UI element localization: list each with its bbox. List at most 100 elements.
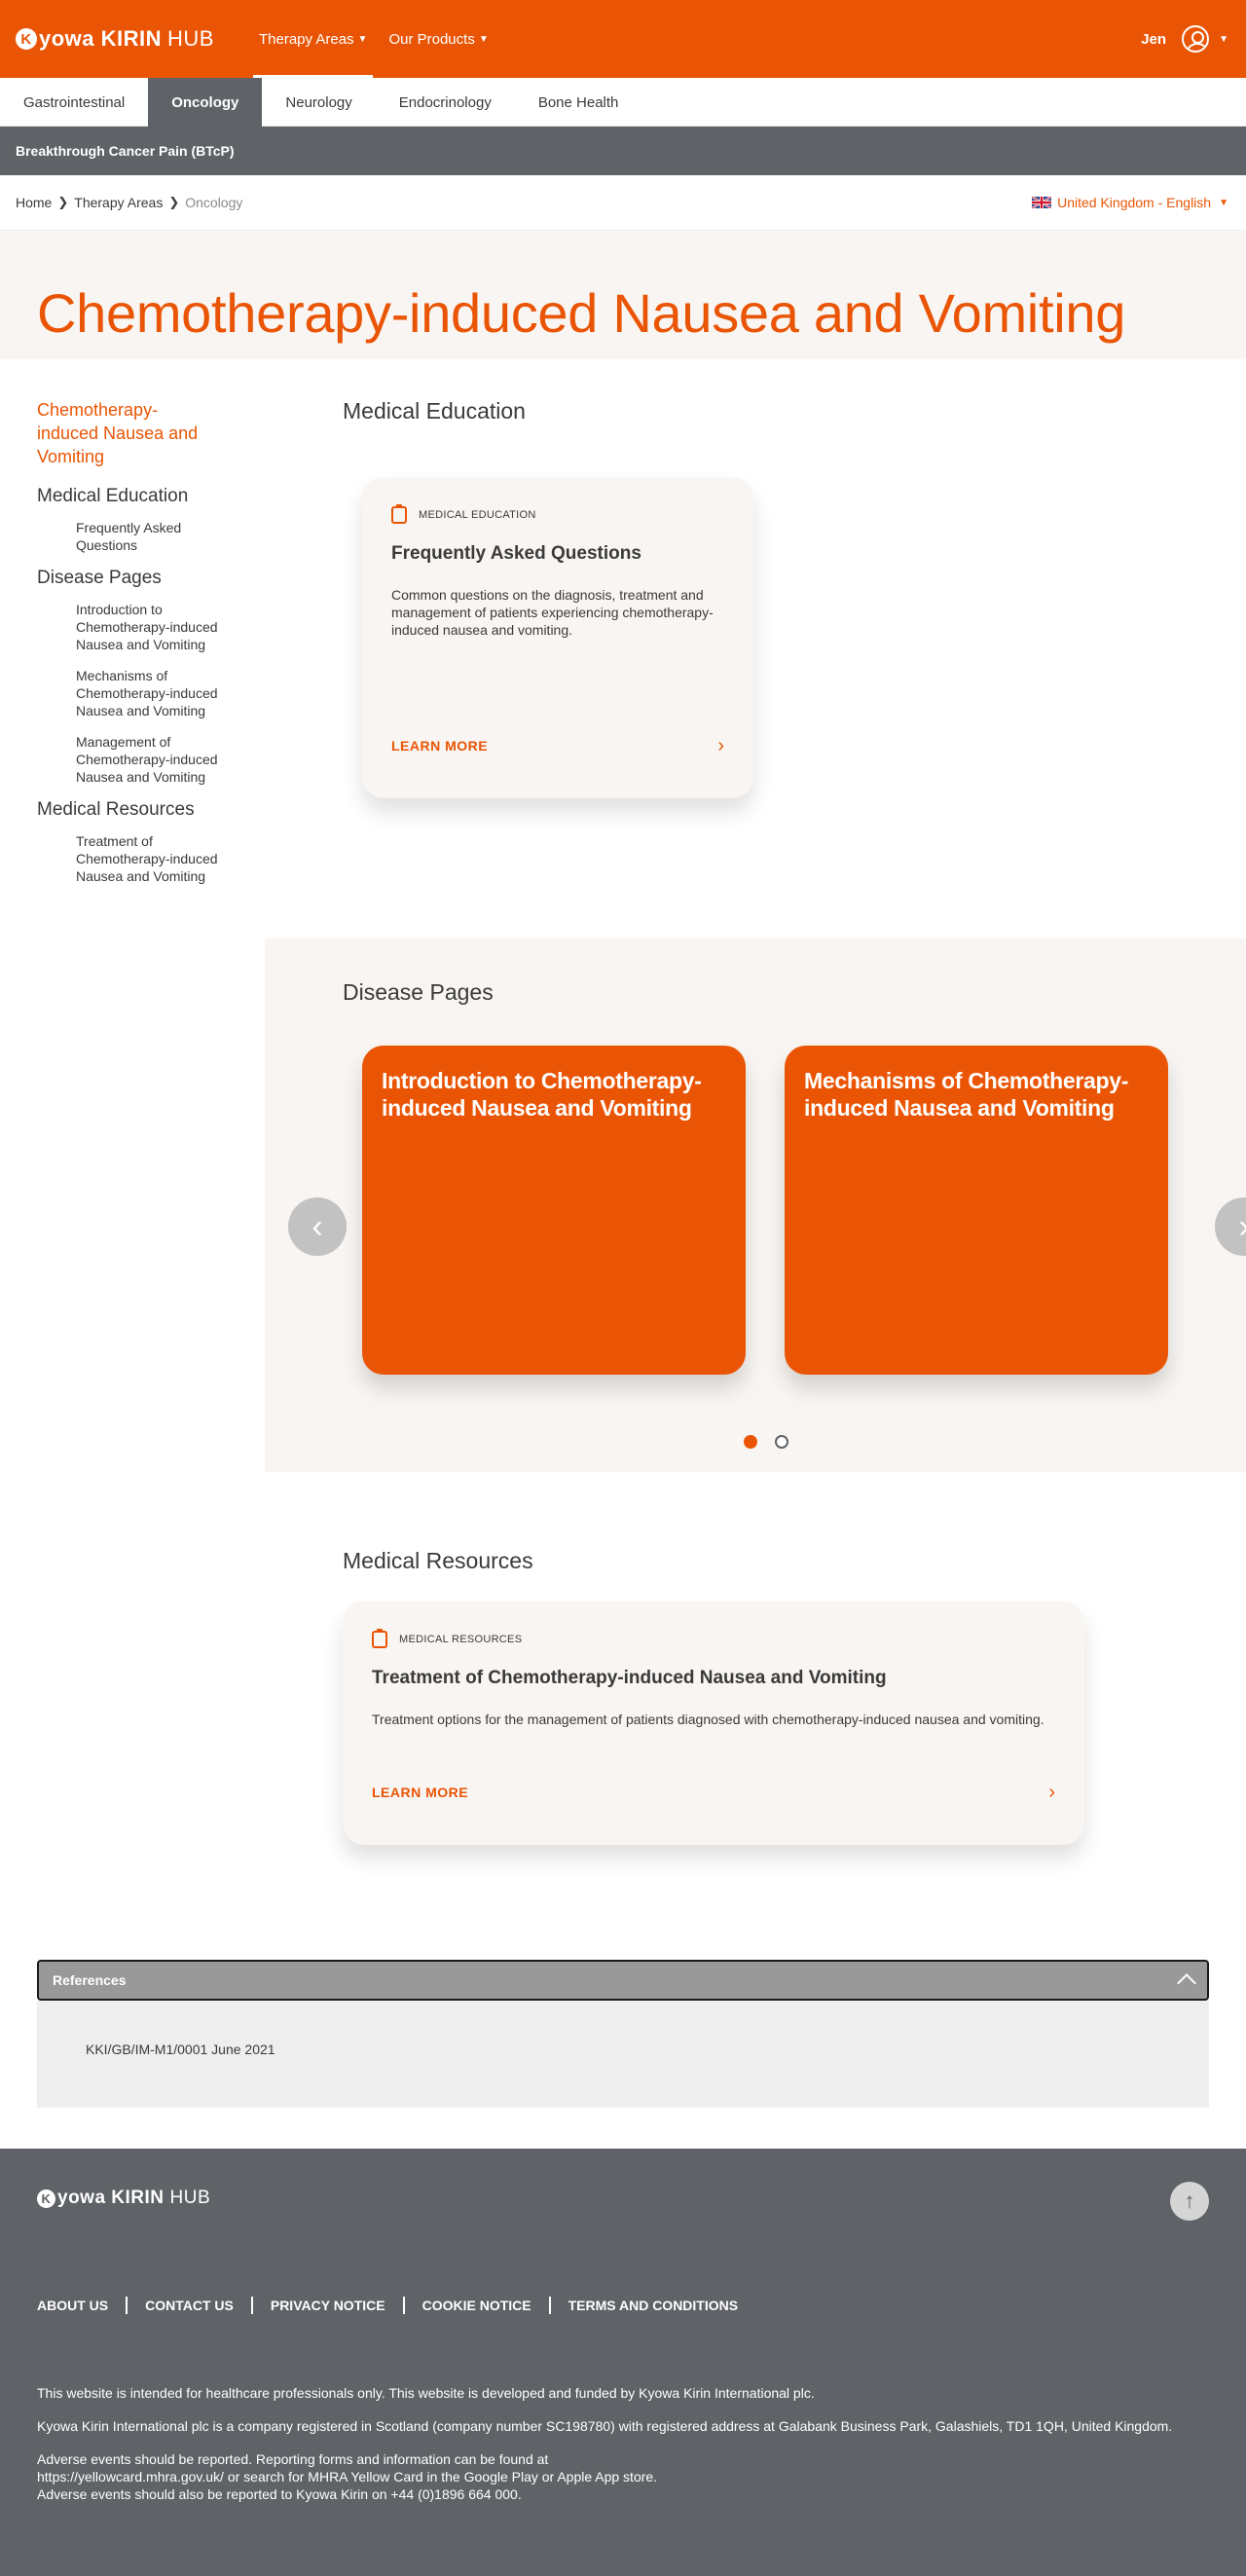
chevron-right-icon[interactable]: › [1048, 1782, 1055, 1804]
sidebar-item-management[interactable]: Management of Chemotherapy-induced Nause… [76, 733, 222, 786]
tab-neurology[interactable]: Neurology [262, 78, 375, 127]
sidebar-heading-medical-education[interactable]: Medical Education [37, 486, 265, 507]
references-code: KKI/GB/IM-M1/0001 June 2021 [86, 2042, 275, 2057]
disease-pages-heading: Disease Pages [343, 979, 494, 1005]
secondary-nav: Breakthrough Cancer Pain (BTcP) [0, 127, 1246, 175]
faq-card[interactable]: MEDICAL EDUCATION Frequently Asked Quest… [362, 477, 753, 798]
footer-logo[interactable]: K yowa KIRIN HUB [37, 2188, 1209, 2209]
chevron-left-icon: ‹ [312, 1207, 323, 1245]
learn-more-link[interactable]: LEARN MORE [372, 1785, 468, 1800]
treatment-card[interactable]: MEDICAL RESOURCES Treatment of Chemother… [343, 1601, 1084, 1845]
arrow-up-icon: ↑ [1184, 2189, 1195, 2213]
footer-disclaimer: This website is intended for healthcare … [37, 2385, 815, 2401]
breadcrumb-therapy-areas[interactable]: Therapy Areas [74, 195, 163, 210]
back-to-top-button[interactable]: ↑ [1170, 2182, 1209, 2221]
nav-therapy-areas[interactable]: Therapy Areas ▼ [252, 0, 374, 78]
user-menu[interactable]: Jen ▼ [1141, 0, 1228, 78]
locale-label: United Kingdom - English [1057, 195, 1212, 210]
breadcrumb: Home ❯ Therapy Areas ❯ Oncology United K… [0, 175, 1246, 231]
carousel-next-button[interactable]: › [1215, 1197, 1246, 1256]
chevron-right-icon[interactable]: › [717, 735, 724, 757]
carousel-pagination [744, 1435, 806, 1449]
chevron-right-icon: › [1238, 1208, 1246, 1246]
sidebar: Chemotherapy-induced Nausea and Vomiting… [0, 359, 265, 1845]
main-content: Medical Education MEDICAL EDUCATION Freq… [265, 359, 1246, 1845]
card-tag: MEDICAL RESOURCES [372, 1629, 1055, 1648]
sidebar-heading-disease-pages[interactable]: Disease Pages [37, 568, 265, 589]
caret-down-icon: ▼ [1219, 33, 1228, 45]
nav-our-products[interactable]: Our Products ▼ [383, 0, 494, 78]
sidebar-title[interactable]: Chemotherapy-induced Nausea and Vomiting [37, 398, 212, 468]
card-description: Treatment options for the management of … [372, 1711, 1044, 1727]
site-logo[interactable]: K yowa KIRIN HUB [16, 26, 214, 52]
tab-gastrointestinal[interactable]: Gastrointestinal [0, 78, 148, 127]
page-title: Chemotherapy-induced Nausea and Vomiting [37, 282, 1126, 344]
slide-title: Introduction to Chemotherapy-induced Nau… [382, 1068, 702, 1121]
user-circle-icon [1182, 25, 1210, 53]
sidebar-item-introduction[interactable]: Introduction to Chemotherapy-induced Nau… [76, 601, 222, 653]
disease-carousel: Introduction to Chemotherapy-induced Nau… [362, 1046, 1207, 1375]
disease-slide-introduction[interactable]: Introduction to Chemotherapy-induced Nau… [362, 1046, 746, 1375]
tab-bone-health[interactable]: Bone Health [515, 78, 642, 127]
clipboard-icon [372, 1629, 387, 1648]
user-name: Jen [1141, 30, 1167, 48]
footer-links: ABOUT US CONTACT US PRIVACY NOTICE COOKI… [37, 2297, 1209, 2314]
footer-adverse-line-3: Adverse events should also be reported t… [37, 2486, 522, 2502]
footer-link-about-us[interactable]: ABOUT US [37, 2297, 126, 2314]
card-tag-label: MEDICAL RESOURCES [399, 1634, 523, 1645]
medical-resources-section: Medical Resources MEDICAL RESOURCES Trea… [265, 1472, 1246, 1845]
sidebar-item-faq[interactable]: Frequently Asked Questions [76, 519, 222, 554]
locale-selector[interactable]: United Kingdom - English ▼ [1032, 195, 1228, 210]
sidebar-item-mechanisms[interactable]: Mechanisms of Chemotherapy-induced Nause… [76, 667, 222, 719]
learn-more-link[interactable]: LEARN MORE [391, 738, 488, 754]
top-header: K yowa KIRIN HUB Therapy Areas ▼ Our Pro… [0, 0, 1246, 78]
secondary-nav-btcp[interactable]: Breakthrough Cancer Pain (BTcP) [16, 143, 235, 159]
footer-link-cookie-notice[interactable]: COOKIE NOTICE [402, 2297, 549, 2314]
sidebar-heading-medical-resources[interactable]: Medical Resources [37, 799, 265, 821]
card-tag: MEDICAL EDUCATION [391, 504, 724, 524]
logo-text: yowa KIRIN [57, 2188, 165, 2208]
caret-down-icon: ▼ [1219, 197, 1228, 208]
references-accordion: References KKI/GB/IM-M1/0001 June 2021 [37, 1960, 1209, 2108]
footer-link-terms[interactable]: TERMS AND CONDITIONS [548, 2297, 755, 2314]
footer-adverse-line-2: https://yellowcard.mhra.gov.uk/ or searc… [37, 2469, 658, 2484]
chevron-right-icon: ❯ [57, 195, 69, 209]
page-hero: Chemotherapy-induced Nausea and Vomiting [0, 231, 1246, 359]
main-layout: Chemotherapy-induced Nausea and Vomiting… [0, 359, 1246, 1845]
card-tag-label: MEDICAL EDUCATION [419, 509, 536, 521]
tab-endocrinology[interactable]: Endocrinology [376, 78, 515, 127]
carousel-dot-1[interactable] [744, 1435, 757, 1449]
medical-resources-heading: Medical Resources [343, 1548, 533, 1573]
logo-hub: HUB [169, 2188, 211, 2208]
footer-link-contact-us[interactable]: CONTACT US [126, 2297, 251, 2314]
caret-down-icon: ▼ [357, 33, 368, 45]
card-description: Common questions on the diagnosis, treat… [391, 587, 714, 638]
nav-our-products-label: Our Products [388, 30, 475, 48]
breadcrumb-current: Oncology [185, 195, 243, 210]
medical-education-section: Medical Education MEDICAL EDUCATION Freq… [265, 359, 1246, 798]
references-body: KKI/GB/IM-M1/0001 June 2021 [37, 2001, 1209, 2108]
disease-slide-mechanisms[interactable]: Mechanisms of Chemotherapy-induced Nause… [785, 1046, 1168, 1375]
logo-hub: HUB [167, 26, 214, 51]
footer-company-info: Kyowa Kirin International plc is a compa… [37, 2418, 1173, 2434]
logo-mark: K [37, 2189, 55, 2208]
main-nav: Therapy Areas ▼ Our Products ▼ [252, 0, 504, 78]
footer-link-privacy-notice[interactable]: PRIVACY NOTICE [250, 2297, 403, 2314]
therapy-tabs: Gastrointestinal Oncology Neurology Endo… [0, 78, 1246, 127]
footer-adverse-line-1: Adverse events should be reported. Repor… [37, 2451, 549, 2467]
medical-education-heading: Medical Education [343, 398, 526, 423]
logo-text: yowa KIRIN [39, 26, 163, 51]
tab-oncology[interactable]: Oncology [148, 78, 263, 127]
card-title: Frequently Asked Questions [391, 543, 641, 564]
references-heading: References [53, 1972, 127, 1988]
logo-mark: K [16, 28, 37, 50]
references-toggle[interactable]: References [37, 1960, 1209, 2001]
sidebar-item-treatment[interactable]: Treatment of Chemotherapy-induced Nausea… [76, 832, 222, 885]
card-title: Treatment of Chemotherapy-induced Nausea… [372, 1668, 887, 1688]
carousel-dot-2[interactable] [775, 1435, 788, 1449]
chevron-up-icon [1177, 1973, 1196, 1993]
slide-title: Mechanisms of Chemotherapy-induced Nause… [804, 1068, 1129, 1121]
carousel-prev-button[interactable]: ‹ [288, 1197, 347, 1256]
site-footer: K yowa KIRIN HUB ↑ ABOUT US CONTACT US P… [0, 2149, 1246, 2576]
breadcrumb-home[interactable]: Home [16, 195, 52, 210]
